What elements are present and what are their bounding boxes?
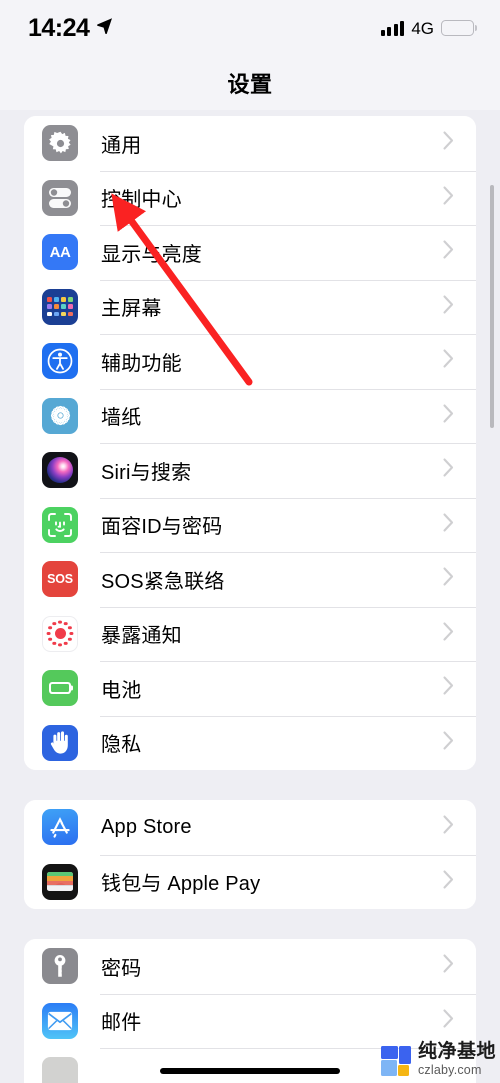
chevron-right-icon (443, 186, 454, 210)
toggles-icon (42, 179, 78, 216)
settings-row[interactable]: 邮件 (24, 993, 476, 1048)
settings-row-label: 钱包与 Apple Pay (101, 873, 261, 896)
settings-row-label: 辅助功能 (101, 352, 182, 375)
settings-row[interactable]: 隐私 (24, 715, 476, 770)
settings-row-label: 通用 (101, 134, 142, 157)
settings-row[interactable]: 辅助功能 (24, 334, 476, 389)
chevron-right-icon (443, 954, 454, 978)
flower-icon (42, 397, 78, 434)
chevron-right-icon (443, 731, 454, 755)
settings-row[interactable]: Siri与搜索 (24, 443, 476, 498)
chevron-right-icon (443, 240, 454, 264)
watermark-logo-icon (380, 1045, 411, 1076)
watermark-subtitle: czlaby.com (417, 1063, 482, 1078)
settings-row[interactable]: 墙纸 (24, 388, 476, 443)
chevron-right-icon (443, 513, 454, 537)
unknown-icon (42, 1057, 78, 1083)
settings-row[interactable]: 控制中心 (24, 170, 476, 225)
settings-row-label: 主屏幕 (101, 298, 162, 321)
chevron-right-icon (443, 622, 454, 646)
settings-row[interactable]: 面容ID与密码 (24, 497, 476, 552)
app-store-icon (42, 809, 78, 846)
battery-icon (42, 670, 78, 707)
network-type-label: 4G (411, 18, 434, 38)
home-indicator[interactable] (160, 1068, 340, 1074)
watermark-title: 纯净基地 (417, 1041, 496, 1063)
settings-row-label: 面容ID与密码 (101, 516, 223, 539)
settings-row[interactable]: 密码 (24, 939, 476, 994)
status-bar-right: 4G (380, 18, 474, 38)
settings-row[interactable]: 主屏幕 (24, 279, 476, 334)
scrollbar[interactable] (490, 185, 494, 428)
envelope-icon (42, 1002, 78, 1039)
status-time: 14:24 (28, 13, 90, 42)
wallet-icon (42, 863, 78, 900)
status-bar: 14:24 4G (0, 0, 500, 56)
status-bar-left: 14:24 (28, 13, 113, 42)
settings-row-label: 暴露通知 (101, 625, 182, 648)
location-arrow-icon (96, 17, 113, 39)
cellular-signal-icon (380, 20, 405, 36)
settings-row-label: 电池 (101, 679, 142, 702)
key-icon (42, 948, 78, 985)
watermark-text: 纯净基地 czlaby.com (418, 1042, 496, 1079)
face-id-icon (42, 506, 78, 543)
chevron-right-icon (443, 870, 454, 894)
hand-icon (42, 724, 78, 761)
chevron-right-icon (443, 567, 454, 591)
settings-row[interactable]: App Store (24, 800, 476, 855)
settings-group-store-group: App Store 钱包与 Apple Pay (24, 800, 476, 909)
settings-scroll-area[interactable]: 通用 控制中心 AA 显示与亮度 主屏幕 辅助功能 墙纸 Siri与搜索 面容ID与密码 SOS S… (0, 110, 500, 1083)
chevron-right-icon (443, 295, 454, 319)
gear-icon (42, 125, 78, 162)
settings-row-label: App Store (101, 815, 192, 838)
chevron-right-icon (443, 131, 454, 155)
settings-row[interactable]: 通用 (24, 116, 476, 171)
settings-row[interactable]: 暴露通知 (24, 606, 476, 661)
settings-row[interactable]: 电池 (24, 661, 476, 716)
nav-bar: 设置 (0, 56, 500, 110)
siri-orb-icon (42, 452, 78, 489)
chevron-right-icon (443, 349, 454, 373)
watermark: 纯净基地 czlaby.com (380, 1042, 496, 1079)
settings-row[interactable]: 钱包与 Apple Pay (24, 854, 476, 909)
settings-row-label: 密码 (101, 957, 142, 980)
battery-low-icon (441, 20, 474, 36)
settings-row-label: Siri与搜索 (101, 461, 192, 484)
settings-row-label: 邮件 (101, 1012, 142, 1035)
aa-text-icon: AA (42, 234, 78, 271)
exposure-dot-icon (42, 615, 78, 652)
settings-row-label: 隐私 (101, 734, 142, 757)
chevron-right-icon (443, 404, 454, 428)
app-grid-icon (42, 288, 78, 325)
settings-row[interactable]: AA 显示与亮度 (24, 225, 476, 280)
chevron-right-icon (443, 676, 454, 700)
settings-group-system-group: 通用 控制中心 AA 显示与亮度 主屏幕 辅助功能 墙纸 Siri与搜索 面容ID与密码 SOS S… (24, 116, 476, 770)
settings-row-label: 控制中心 (101, 189, 182, 212)
settings-row[interactable]: SOS SOS紧急联络 (24, 552, 476, 607)
sos-icon: SOS (42, 561, 78, 598)
settings-row-label: SOS紧急联络 (101, 570, 225, 593)
chevron-right-icon (443, 815, 454, 839)
settings-row-label: 显示与亮度 (101, 243, 202, 266)
page-title: 设置 (227, 72, 273, 97)
settings-row-label: 墙纸 (101, 407, 142, 430)
chevron-right-icon (443, 1009, 454, 1033)
chevron-right-icon (443, 458, 454, 482)
accessibility-icon (42, 343, 78, 380)
